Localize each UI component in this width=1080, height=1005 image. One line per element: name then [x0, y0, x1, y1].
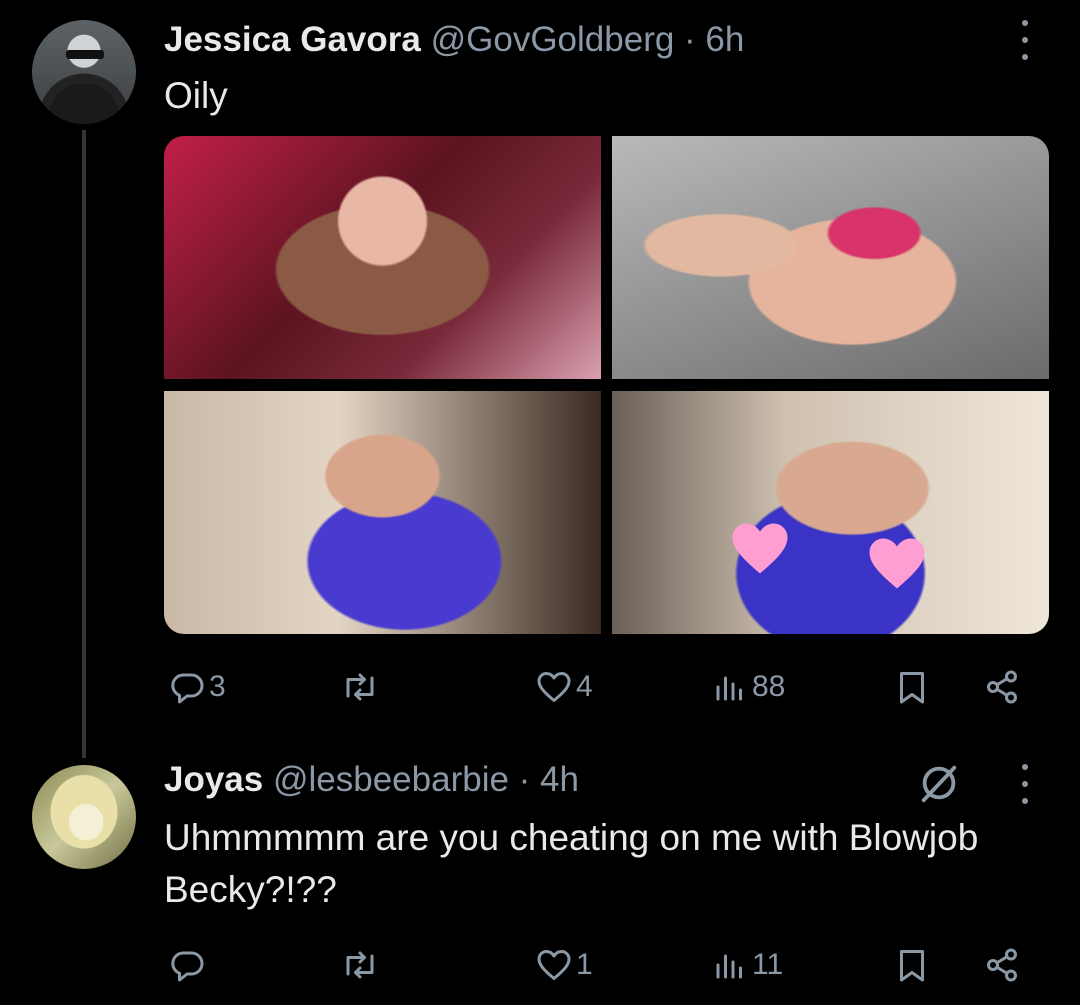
retweet-button[interactable] [340, 940, 380, 990]
reply-button[interactable]: 3 [169, 662, 226, 712]
share-button[interactable] [982, 662, 1022, 712]
photo-3[interactable] [164, 391, 601, 634]
bookmark-button[interactable] [894, 662, 930, 712]
share-icon [987, 948, 1017, 982]
avatar-blindfold [66, 50, 104, 59]
photo-4[interactable] [612, 391, 1049, 634]
action-bar: 3 4 88 [164, 662, 1034, 712]
bookmark-icon [900, 950, 924, 982]
bookmark-icon [900, 672, 924, 704]
action-bar: 1 11 [164, 940, 1034, 990]
avatar-outfit [50, 84, 118, 124]
photo-1[interactable] [164, 136, 601, 379]
analytics-icon [716, 676, 742, 701]
share-icon [987, 670, 1017, 704]
reply-icon [171, 673, 204, 704]
retweet-icon [346, 951, 374, 979]
like-count: 1 [576, 948, 593, 981]
tweet-header: Jessica Gavora @GovGoldberg · 6h [164, 18, 744, 62]
photo-2[interactable] [612, 136, 1049, 379]
retweet-icon [346, 673, 374, 701]
analytics-icon [716, 954, 742, 979]
more-vertical-icon[interactable] [1020, 764, 1030, 804]
retweet-button[interactable] [340, 662, 380, 712]
author-name[interactable]: Joyas [164, 760, 263, 799]
view-count: 88 [752, 670, 786, 703]
avatar[interactable] [32, 765, 136, 869]
like-button[interactable]: 4 [536, 662, 593, 712]
more-vertical-icon[interactable] [1020, 20, 1030, 60]
author-handle-time[interactable]: @lesbeebarbie · 4h [273, 760, 579, 799]
view-count: 11 [752, 948, 784, 981]
media-grid [164, 136, 1049, 634]
heart-icon [537, 672, 571, 702]
tweet[interactable]: Joyas @lesbeebarbie · 4h Uhmmmmm are you… [0, 740, 1080, 1005]
views-button[interactable]: 88 [712, 662, 785, 712]
censor-heart-icon [732, 523, 788, 574]
reply-icon [171, 951, 204, 982]
thread-line [82, 130, 86, 758]
censor-heart-icon [869, 538, 925, 589]
tweet-text: Uhmmmmm are you cheating on me with Blow… [164, 817, 979, 910]
like-count: 4 [576, 670, 593, 703]
reply-button[interactable] [169, 940, 205, 990]
author-handle-time[interactable]: @GovGoldberg · 6h [431, 20, 745, 59]
tweet[interactable]: Jessica Gavora @GovGoldberg · 6h Oily 3 … [0, 0, 1080, 758]
views-button[interactable]: 11 [712, 940, 783, 990]
tweet-header: Joyas @lesbeebarbie · 4h [164, 758, 579, 802]
bookmark-button[interactable] [894, 940, 930, 990]
like-button[interactable]: 1 [536, 940, 593, 990]
author-name[interactable]: Jessica Gavora [164, 20, 421, 59]
tweet-text: Oily [164, 75, 228, 116]
avatar[interactable] [32, 20, 136, 124]
heart-icon [537, 950, 571, 980]
reply-count: 3 [209, 670, 226, 703]
share-button[interactable] [982, 940, 1022, 990]
grok-slash-icon[interactable] [916, 760, 962, 806]
